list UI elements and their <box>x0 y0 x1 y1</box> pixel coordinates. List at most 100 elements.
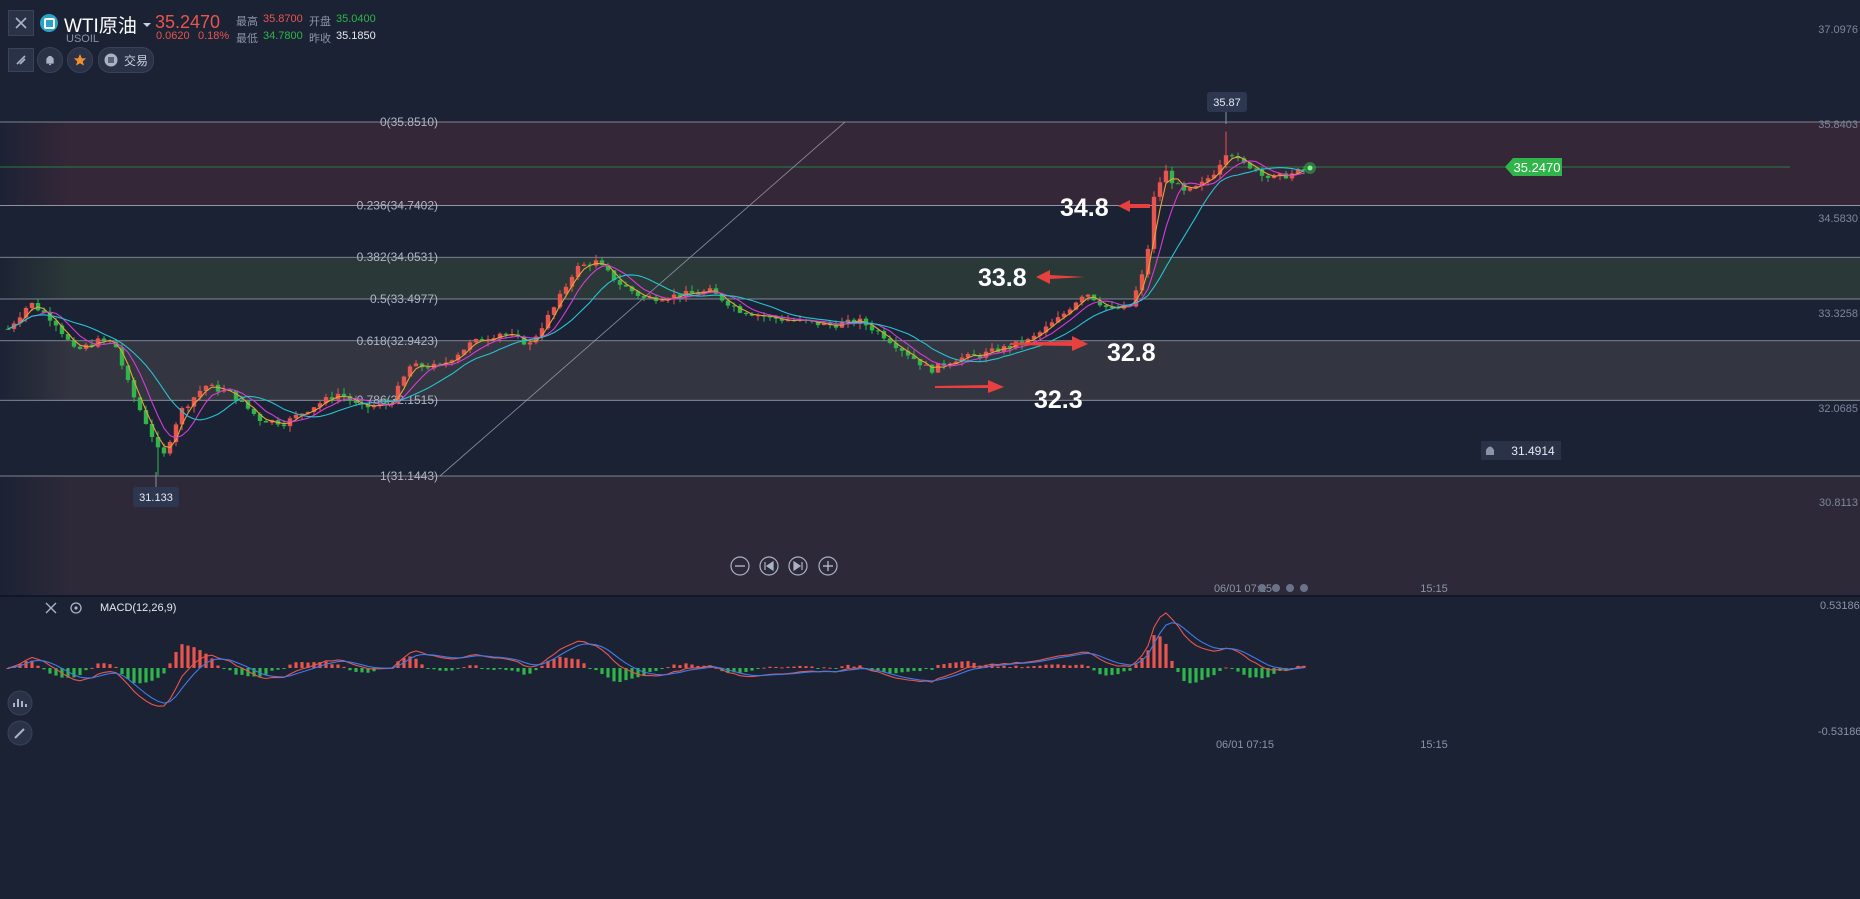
macd-bar <box>1086 666 1090 668</box>
macd-bar <box>792 666 796 668</box>
macd-bar <box>1116 668 1120 675</box>
macd-bar <box>618 668 622 683</box>
macd-bar <box>468 665 472 668</box>
macd-bar <box>138 668 142 684</box>
macd-bar <box>1152 635 1156 668</box>
macd-bar <box>294 662 298 668</box>
macd-bar <box>918 668 922 672</box>
macd-bar <box>774 666 778 668</box>
macd-bar <box>360 668 364 673</box>
macd-bar <box>228 668 232 671</box>
macd-settings-button[interactable] <box>70 602 82 614</box>
macd-bar <box>348 668 352 671</box>
price-chart[interactable]: 0(35.8510) 0.236(34.7402) 0.382(34.0531) 0.… <box>0 0 1860 899</box>
macd-bar <box>126 668 130 680</box>
macd-bar <box>1032 666 1036 668</box>
macd-bar <box>150 668 154 681</box>
macd-bar <box>1056 664 1060 668</box>
macd-bar <box>1206 668 1210 678</box>
candle <box>509 328 515 338</box>
macd-bar <box>606 668 610 678</box>
macd-bar <box>948 663 952 668</box>
macd-bar <box>72 668 76 678</box>
price-alert-tag[interactable]: 31.4914 <box>1481 441 1561 460</box>
macd-bar <box>1068 665 1072 668</box>
macd-bar <box>750 668 754 671</box>
macd-bar <box>1182 668 1186 682</box>
fib-band-0 <box>0 122 1860 206</box>
macd-bar <box>534 668 538 671</box>
macd-bar <box>450 668 454 671</box>
macd-bar <box>492 668 496 670</box>
macd-bar <box>846 664 850 668</box>
high-marker: 35.87 <box>1207 92 1247 124</box>
macd-bar <box>588 668 592 669</box>
pencil-button[interactable] <box>7 720 33 746</box>
macd-bar <box>762 667 766 669</box>
macd-bar <box>852 666 856 668</box>
macd-bar <box>540 665 544 668</box>
macd-bar <box>1194 668 1198 683</box>
indicator-button[interactable] <box>7 690 33 716</box>
macd-bar <box>84 668 88 671</box>
macd-bar <box>414 658 418 668</box>
macd-bar <box>768 666 772 668</box>
candle <box>743 311 749 317</box>
macd-bar <box>786 666 790 668</box>
macd-bar <box>564 657 568 668</box>
current-price-tag: 35.2470 <box>1505 158 1562 176</box>
macd-bar <box>438 668 442 671</box>
macd-bar <box>1218 668 1222 672</box>
macd-bar <box>756 668 760 669</box>
macd-bar <box>666 667 670 669</box>
macd-bar <box>108 664 112 668</box>
macd-bar <box>954 662 958 668</box>
fib-label-2: 0.382(34.0531) <box>357 250 438 264</box>
price-axis-label-0: 37.0976 <box>1818 24 1858 36</box>
macd-close-button[interactable] <box>45 602 57 614</box>
macd-bar <box>270 668 274 671</box>
macd-bar <box>168 663 172 668</box>
price-axis-label-1: 35.8403 <box>1818 119 1858 131</box>
macd-bar <box>804 666 808 668</box>
macd-lines <box>7 612 1305 707</box>
macd-bar <box>342 666 346 668</box>
candle <box>845 314 851 328</box>
macd-bar <box>444 668 448 671</box>
macd-bar <box>1026 666 1030 668</box>
macd-bar <box>498 668 502 670</box>
macd-bar <box>102 663 106 668</box>
macd-bar <box>114 666 118 668</box>
macd-bar <box>678 665 682 668</box>
annotation-32-8: 32.8 <box>1107 339 1156 367</box>
macd-bar <box>1104 668 1108 676</box>
macd-bar <box>594 668 598 671</box>
macd-bar <box>906 668 910 672</box>
macd-bar <box>1254 668 1258 678</box>
macd-bar <box>264 668 268 675</box>
macd-bar <box>1062 664 1066 668</box>
macd-axis-bottom: -0.53186 <box>1818 726 1860 738</box>
left-fade <box>0 100 70 600</box>
macd-bar <box>1248 668 1252 678</box>
macd-bar <box>276 668 280 670</box>
macd-bar <box>600 668 604 674</box>
macd-bar <box>684 663 688 668</box>
price-axis-label-2: 34.5830 <box>1818 213 1858 225</box>
macd-bar <box>828 667 832 669</box>
macd-bar <box>834 668 838 669</box>
close-icon <box>45 602 57 614</box>
macd-bar <box>816 668 820 669</box>
macd-bar <box>486 668 490 670</box>
macd-bar <box>336 664 340 668</box>
macd-bar <box>612 668 616 682</box>
macd-bar <box>480 668 484 669</box>
fib-band-1 <box>0 476 1860 596</box>
macd-bar <box>660 668 664 670</box>
macd-bar <box>174 652 178 668</box>
macd-bar <box>1038 665 1042 668</box>
macd-dea-line <box>7 622 1305 704</box>
candle <box>515 329 521 339</box>
macd-bar <box>282 668 286 669</box>
candle <box>125 363 131 383</box>
